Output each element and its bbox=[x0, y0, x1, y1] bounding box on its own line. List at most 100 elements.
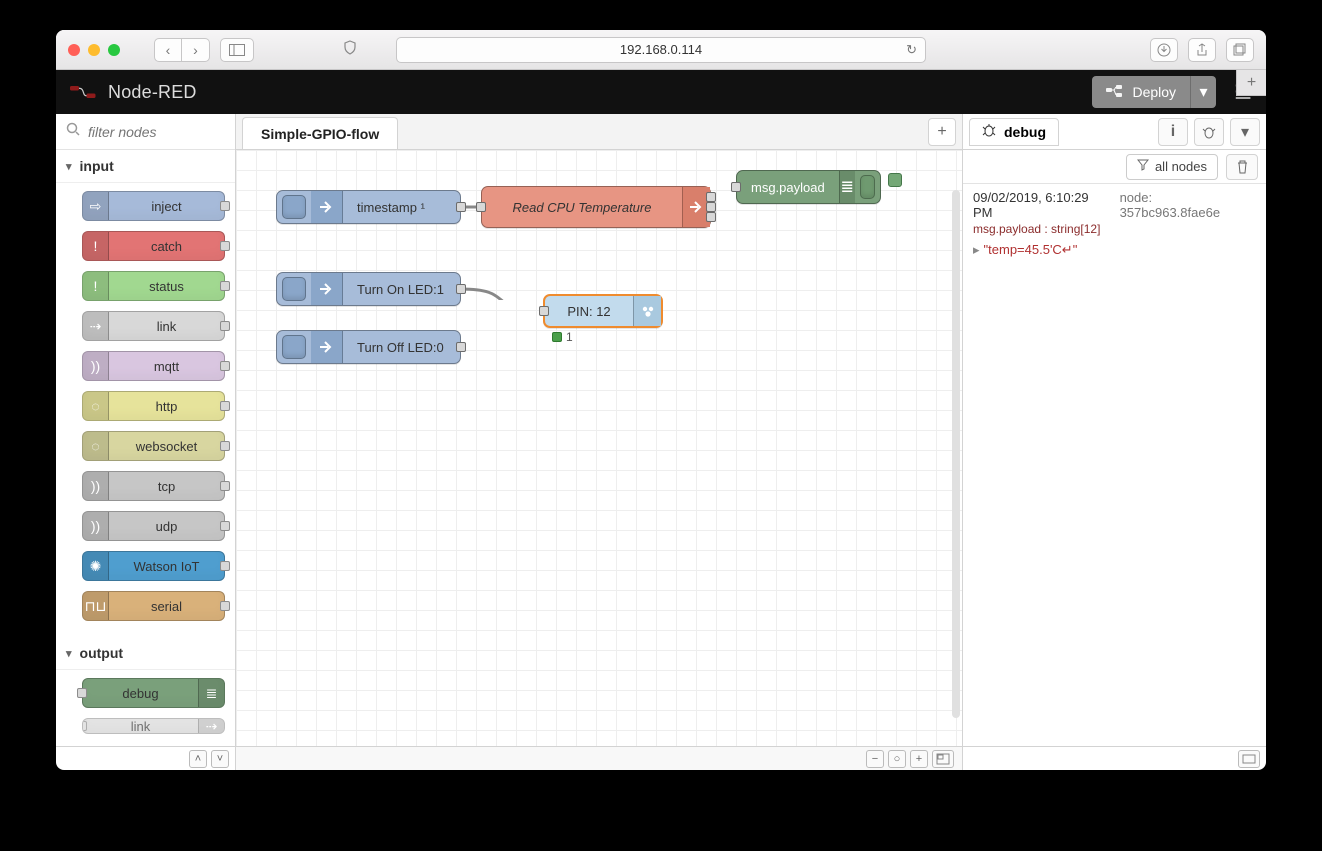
palette-node-label: link bbox=[83, 719, 198, 734]
palette-node-label: udp bbox=[109, 519, 224, 534]
node-inject-timestamp[interactable]: timestamp ¹ bbox=[276, 190, 461, 224]
palette-node-tcp[interactable]: ))tcp bbox=[82, 471, 225, 501]
nodered-logo-icon bbox=[70, 83, 100, 101]
palette-port bbox=[220, 281, 230, 291]
palette-port bbox=[220, 321, 230, 331]
flow-canvas[interactable]: timestamp ¹ Read CPU Temperature bbox=[236, 150, 962, 746]
workspace-footer: − ○ + bbox=[236, 746, 962, 770]
deploy-button[interactable]: Deploy ▾ bbox=[1092, 76, 1216, 108]
view-navigator-button[interactable] bbox=[932, 750, 954, 768]
node-inject-led-off[interactable]: Turn Off LED:0 bbox=[276, 330, 461, 364]
palette-node-catch[interactable]: !catch bbox=[82, 231, 225, 261]
sidebar-expand-button[interactable] bbox=[1238, 750, 1260, 768]
node-debug[interactable]: msg.payload ≣ bbox=[736, 170, 881, 204]
palette-node-websocket[interactable]: ◌websocket bbox=[82, 431, 225, 461]
palette-node-watson-iot[interactable]: ✺Watson IoT bbox=[82, 551, 225, 581]
palette-node-label: link bbox=[109, 319, 224, 334]
palette-node-udp[interactable]: ))udp bbox=[82, 511, 225, 541]
workspace: Simple-GPIO-flow + timestamp ¹ bbox=[236, 114, 962, 770]
close-icon[interactable] bbox=[68, 44, 80, 56]
back-button[interactable]: ‹ bbox=[154, 38, 182, 62]
zoom-out-button[interactable]: − bbox=[866, 750, 884, 768]
palette-node-link[interactable]: ⇢link bbox=[82, 311, 225, 341]
palette-node-status[interactable]: !status bbox=[82, 271, 225, 301]
chevron-down-icon: ▾ bbox=[66, 160, 72, 173]
sidebar-debug-button[interactable] bbox=[1194, 118, 1224, 146]
zoom-in-button[interactable]: + bbox=[910, 750, 928, 768]
debug-list-icon: ≣ bbox=[839, 171, 855, 203]
node-gpio-pin[interactable]: PIN: 12 bbox=[543, 294, 663, 328]
sidebar-more-button[interactable]: ▾ bbox=[1230, 118, 1260, 146]
app-body: ▾input⇨inject!catch!status⇢link))mqtt◌ht… bbox=[56, 114, 1266, 770]
node-label: Turn On LED:1 bbox=[343, 282, 458, 297]
palette-category-output[interactable]: ▾output bbox=[56, 637, 235, 670]
node-label: Turn Off LED:0 bbox=[343, 340, 458, 355]
node-inject-led-on[interactable]: Turn On LED:1 bbox=[276, 272, 461, 306]
node-type-icon: ! bbox=[83, 272, 109, 300]
node-type-icon: )) bbox=[83, 352, 109, 380]
minimize-icon[interactable] bbox=[88, 44, 100, 56]
node-exec-readcpu[interactable]: Read CPU Temperature bbox=[481, 186, 711, 228]
expand-icon[interactable]: ▸ bbox=[973, 242, 980, 257]
debug-toggle-button[interactable] bbox=[860, 175, 875, 199]
palette-node-label: http bbox=[109, 399, 224, 414]
debug-msg-value[interactable]: ▸"temp=45.5'C↵" bbox=[973, 242, 1256, 258]
palette-category-input[interactable]: ▾input bbox=[56, 150, 235, 183]
palette-node-mqtt[interactable]: ))mqtt bbox=[82, 351, 225, 381]
output-port[interactable] bbox=[456, 202, 466, 212]
input-port[interactable] bbox=[539, 306, 549, 316]
share-button[interactable] bbox=[1188, 38, 1216, 62]
palette-node-link[interactable]: link⇢ bbox=[82, 718, 225, 734]
address-bar[interactable]: 192.168.0.114 ↻ bbox=[396, 37, 926, 63]
inject-icon bbox=[311, 273, 343, 305]
output-port[interactable] bbox=[456, 342, 466, 352]
new-tab-button[interactable]: + bbox=[1236, 70, 1266, 96]
palette-collapse-button[interactable]: ˄ bbox=[189, 750, 207, 768]
palette-port bbox=[220, 201, 230, 211]
vertical-scrollbar[interactable] bbox=[952, 190, 960, 718]
deploy-menu-caret[interactable]: ▾ bbox=[1190, 76, 1216, 108]
palette-port bbox=[220, 441, 230, 451]
palette-node-label: status bbox=[109, 279, 224, 294]
bug-icon bbox=[982, 123, 996, 140]
debug-filter-button[interactable]: all nodes bbox=[1126, 154, 1218, 180]
inject-trigger-button[interactable] bbox=[282, 195, 306, 219]
palette-node-label: tcp bbox=[109, 479, 224, 494]
palette-node-debug[interactable]: debug≣ bbox=[82, 678, 225, 708]
debug-msg-node[interactable]: node: 357bc963.8fae6e bbox=[1120, 190, 1256, 220]
forward-button[interactable]: › bbox=[182, 38, 210, 62]
output-port[interactable] bbox=[706, 212, 716, 222]
input-port[interactable] bbox=[731, 182, 741, 192]
output-port[interactable] bbox=[706, 192, 716, 202]
palette-node-inject[interactable]: ⇨inject bbox=[82, 191, 225, 221]
debug-clear-button[interactable] bbox=[1226, 154, 1258, 180]
inject-trigger-button[interactable] bbox=[282, 335, 306, 359]
browser-titlebar: ‹ › 192.168.0.114 ↻ bbox=[56, 30, 1266, 70]
output-port[interactable] bbox=[456, 284, 466, 294]
tabs-button[interactable] bbox=[1226, 38, 1254, 62]
add-flow-button[interactable]: + bbox=[928, 118, 956, 146]
sidebar-footer bbox=[963, 746, 1266, 770]
palette-node-serial[interactable]: ⊓⊔serial bbox=[82, 591, 225, 621]
inject-trigger-button[interactable] bbox=[282, 277, 306, 301]
zoom-reset-button[interactable]: ○ bbox=[888, 750, 906, 768]
palette-node-label: serial bbox=[109, 599, 224, 614]
sidebar-toggle-button[interactable] bbox=[220, 38, 254, 62]
debug-messages: 09/02/2019, 6:10:29 PM node: 357bc963.8f… bbox=[963, 184, 1266, 746]
flow-tab[interactable]: Simple-GPIO-flow bbox=[242, 117, 398, 149]
debug-msg-meta: 09/02/2019, 6:10:29 PM node: 357bc963.8f… bbox=[973, 190, 1256, 220]
palette-node-http[interactable]: ◌http bbox=[82, 391, 225, 421]
node-type-icon: ◌ bbox=[83, 432, 109, 460]
debug-msg-path: msg.payload : string[12] bbox=[973, 222, 1256, 236]
palette-filter-input[interactable] bbox=[88, 124, 225, 140]
reload-icon[interactable]: ↻ bbox=[906, 42, 917, 58]
node-type-icon: ◌ bbox=[83, 392, 109, 420]
palette-expand-button[interactable]: ˅ bbox=[211, 750, 229, 768]
sidebar-tab-debug[interactable]: debug bbox=[969, 118, 1059, 146]
zoom-icon[interactable] bbox=[108, 44, 120, 56]
sidebar-info-button[interactable]: i bbox=[1158, 118, 1188, 146]
palette-port bbox=[82, 721, 87, 731]
output-port[interactable] bbox=[706, 202, 716, 212]
downloads-button[interactable] bbox=[1150, 38, 1178, 62]
input-port[interactable] bbox=[476, 202, 486, 212]
